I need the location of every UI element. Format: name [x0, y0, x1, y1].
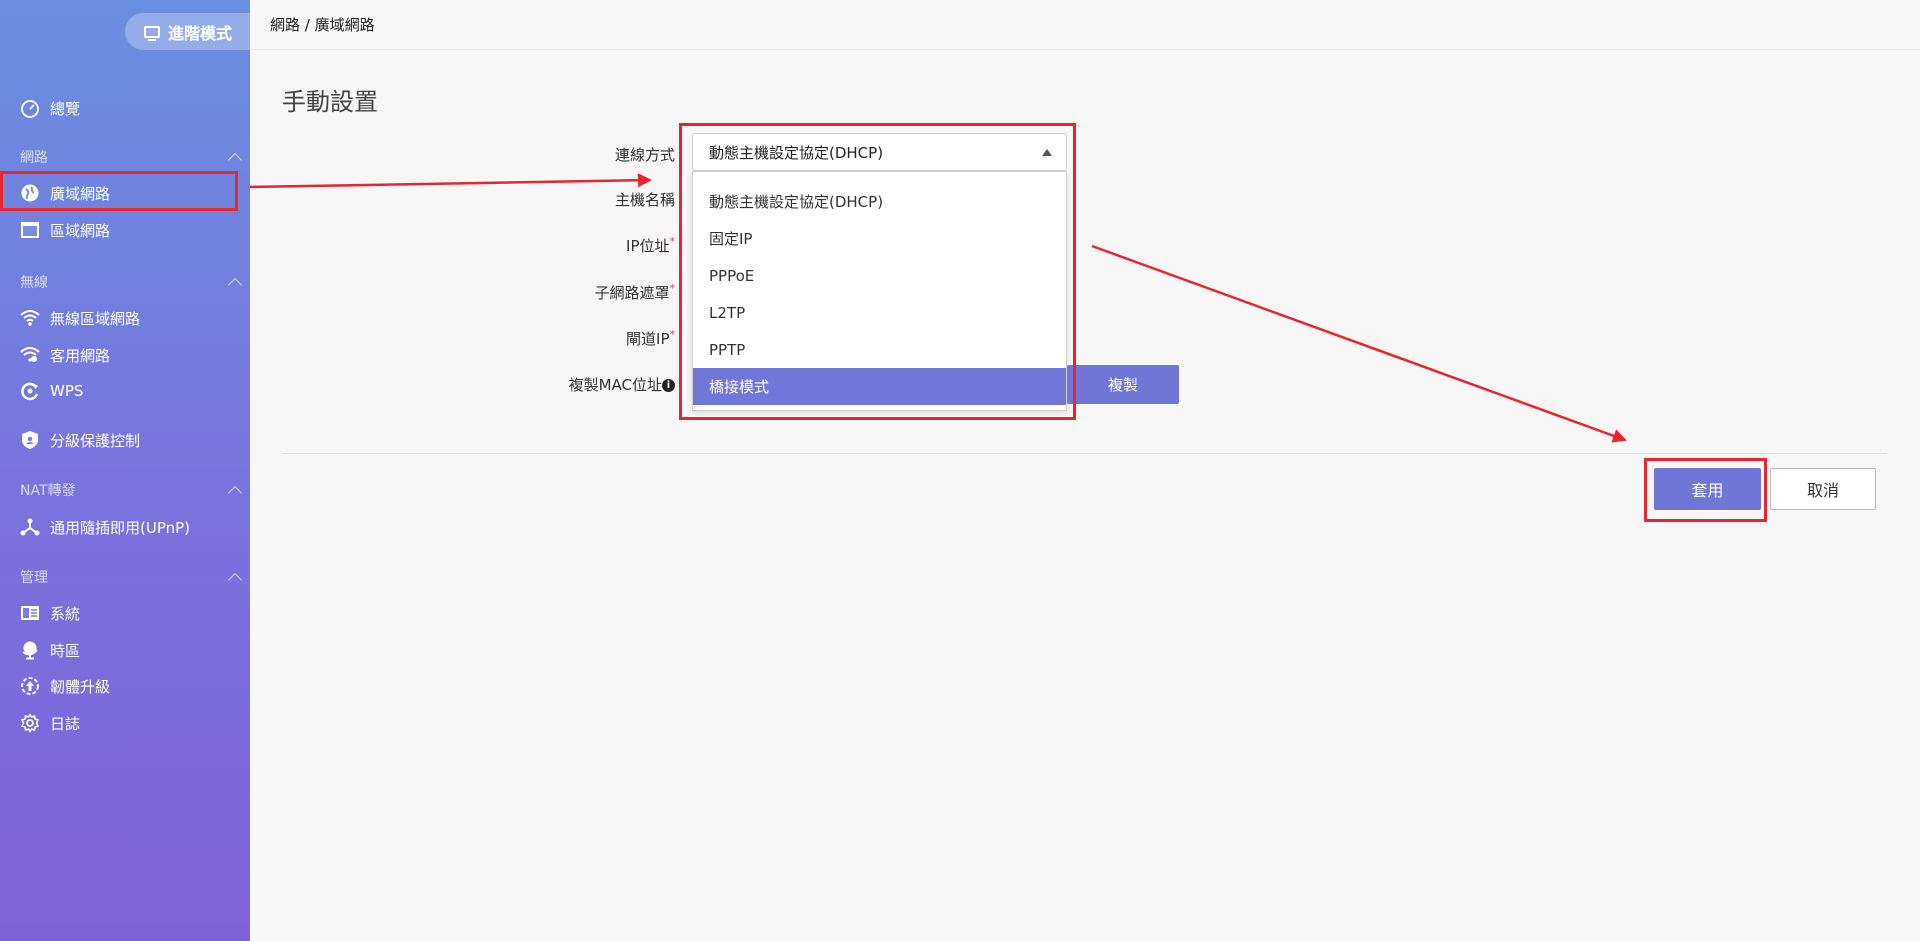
sidebar-item-upnp[interactable]: 通用隨插即用(UPnP): [0, 510, 250, 544]
globe-icon: [20, 183, 40, 203]
firmware-upgrade-icon: [20, 676, 40, 696]
sidebar-group-label: 無線: [20, 275, 48, 291]
cancel-button-label: 取消: [1806, 481, 1839, 500]
page-title: 手動設置: [282, 88, 378, 116]
sidebar-item-wlan[interactable]: 無線區域網路: [0, 301, 250, 335]
sidebar-item-timezone[interactable]: 時區: [0, 633, 250, 667]
option-label: PPPoE: [709, 266, 755, 285]
connection-type-select[interactable]: 動態主機設定協定(DHCP): [692, 133, 1067, 171]
sidebar-item-wps[interactable]: WPS: [0, 374, 250, 408]
dropdown-option-static-ip[interactable]: 固定IP: [693, 220, 1066, 257]
clone-mac-label: 複製MAC位址 i: [475, 374, 675, 395]
apply-button-label: 套用: [1691, 481, 1724, 500]
connection-type-label-text: 連線方式: [614, 146, 675, 164]
option-label: 固定IP: [709, 230, 753, 248]
sidebar-item-log[interactable]: 日誌: [0, 706, 250, 740]
dropdown-option-dhcp[interactable]: 動態主機設定協定(DHCP): [693, 183, 1066, 220]
required-mark: *: [669, 282, 676, 295]
sidebar-item-label: WPS: [50, 382, 84, 400]
annotation-arrow-to-apply: [1091, 244, 1627, 443]
option-label: PPTP: [709, 340, 746, 359]
chevron-up-icon: [227, 152, 243, 167]
sidebar-item-label: 時區: [50, 641, 81, 660]
sidebar-item-label: 日誌: [50, 714, 81, 733]
sidebar-item-label: 客用網路: [50, 346, 111, 365]
dropdown-option-l2tp[interactable]: L2TP: [693, 294, 1066, 331]
monitor-icon: [143, 25, 160, 41]
option-label: L2TP: [709, 303, 746, 322]
sidebar-item-label: 區域網路: [50, 221, 111, 240]
sidebar-group-wireless[interactable]: 無線: [0, 270, 250, 294]
breadcrumb-text: 網路 / 廣域網路: [270, 16, 375, 34]
window-icon: [20, 220, 40, 240]
sidebar: 進階模式 總覽 網路 廣域網路 區域網路 無線 無線區域網路 客用網路 WPS …: [0, 0, 251, 941]
chevron-up-icon: [227, 572, 243, 587]
hostname-label-text: 主機名稱: [614, 191, 675, 209]
gateway-label-text: 閘道IP: [626, 330, 670, 348]
required-mark: *: [669, 328, 676, 341]
chevron-up-icon: [227, 485, 243, 500]
dropdown-option-pptp[interactable]: PPTP: [693, 331, 1066, 368]
guest-wifi-icon: [20, 345, 40, 365]
dropdown-option-bridge-mode[interactable]: 橋接模式: [693, 368, 1066, 405]
sidebar-item-lan[interactable]: 區域網路: [0, 213, 250, 247]
required-mark: *: [669, 235, 676, 248]
sidebar-item-label: 通用隨插即用(UPnP): [50, 518, 191, 537]
breadcrumb: 網路 / 廣域網路: [250, 0, 1920, 50]
sidebar-item-guest[interactable]: 客用網路: [0, 338, 250, 372]
dropdown-option-pppoe[interactable]: PPPoE: [693, 257, 1066, 294]
subnet-mask-label: 子網路遮罩*: [475, 282, 675, 303]
gear-icon: [20, 713, 40, 733]
globe-stand-icon: [20, 640, 40, 660]
hostname-label: 主機名稱: [475, 189, 675, 210]
annotation-arrow-to-dropdown: [249, 173, 652, 189]
info-icon[interactable]: i: [662, 379, 675, 392]
sidebar-item-label: 廣域網路: [50, 184, 111, 203]
sidebar-item-label: 無線區域網路: [50, 309, 141, 328]
sidebar-item-label: 總覽: [50, 99, 81, 118]
chevron-up-icon: [227, 277, 243, 292]
sidebar-item-overview[interactable]: 總覽: [0, 91, 250, 125]
sidebar-item-wan[interactable]: 廣域網路: [0, 176, 250, 210]
ip-address-label-text: IP位址: [626, 237, 670, 255]
advanced-mode-label: 進階模式: [167, 23, 232, 43]
option-label: 動態主機設定協定(DHCP): [709, 193, 884, 211]
divider: [282, 453, 1887, 454]
sidebar-group-management[interactable]: 管理: [0, 565, 250, 589]
clone-mac-button[interactable]: 複製: [1067, 365, 1179, 404]
sidebar-group-label: 網路: [20, 150, 48, 166]
sidebar-item-label: 系統: [50, 604, 81, 623]
caret-up-icon: [1042, 149, 1052, 156]
shield-icon: [20, 430, 40, 450]
sidebar-item-label: 分級保護控制: [50, 431, 141, 450]
wifi-icon: [20, 308, 40, 328]
wps-icon: [20, 381, 40, 401]
connection-type-dropdown: 動態主機設定協定(DHCP) 固定IP PPPoE L2TP PPTP 橋接模式: [692, 171, 1067, 411]
sidebar-group-label: NAT轉發: [20, 483, 76, 499]
apply-button[interactable]: 套用: [1654, 468, 1761, 510]
network-nodes-icon: [20, 517, 40, 537]
ip-address-label: IP位址*: [475, 235, 675, 256]
sidebar-group-network[interactable]: 網路: [0, 145, 250, 169]
sidebar-item-label: 韌體升級: [50, 677, 111, 696]
clone-mac-label-text: 複製MAC位址: [568, 376, 662, 394]
sidebar-item-firmware[interactable]: 韌體升級: [0, 669, 250, 703]
subnet-mask-label-text: 子網路遮罩: [594, 284, 670, 302]
sidebar-item-parental[interactable]: 分級保護控制: [0, 423, 250, 457]
clone-mac-button-label: 複製: [1107, 376, 1138, 394]
system-panel-icon: [20, 603, 40, 623]
sidebar-item-system[interactable]: 系統: [0, 596, 250, 630]
advanced-mode-button[interactable]: 進階模式: [125, 13, 251, 50]
connection-type-label: 連線方式: [475, 144, 675, 165]
gateway-label: 閘道IP*: [475, 328, 675, 349]
dashboard-icon: [20, 98, 40, 118]
sidebar-group-nat[interactable]: NAT轉發: [0, 478, 250, 502]
connection-type-selected-value: 動態主機設定協定(DHCP): [709, 143, 884, 162]
cancel-button[interactable]: 取消: [1770, 468, 1876, 510]
option-label: 橋接模式: [709, 378, 770, 396]
sidebar-group-label: 管理: [20, 570, 48, 586]
